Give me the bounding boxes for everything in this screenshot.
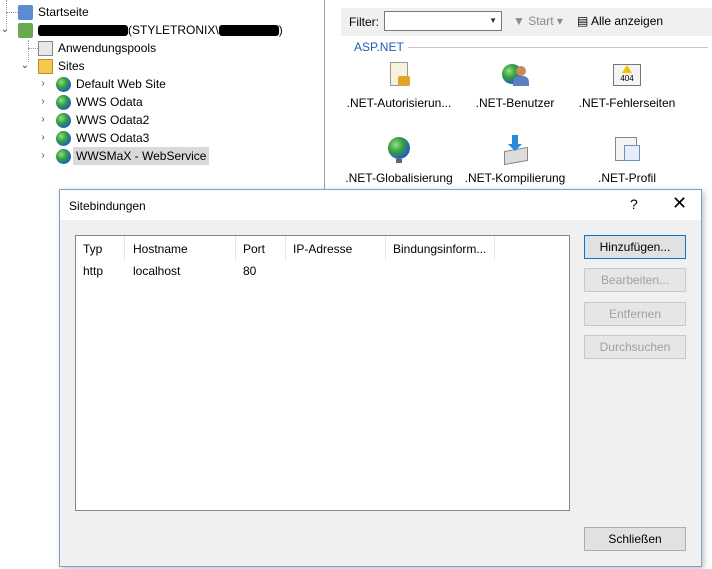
- globe-icon: [56, 77, 71, 92]
- tree-label-site: WWS Odata3: [76, 131, 150, 145]
- feature-label: .NET-Globalisierung: [345, 171, 453, 185]
- tree-label-startpage: Startseite: [38, 5, 89, 19]
- cell-hostname: localhost: [133, 264, 181, 278]
- chevron-right-icon[interactable]: ›: [38, 147, 48, 165]
- column-header-ip[interactable]: IP-Adresse: [293, 242, 352, 256]
- feature-net-profile[interactable]: .NET-Profil: [572, 135, 682, 185]
- feature-net-users[interactable]: .NET-Benutzer: [460, 60, 570, 110]
- globe-icon: [56, 95, 71, 110]
- cell-port: 80: [243, 264, 257, 278]
- users-icon: [500, 60, 530, 90]
- browse-button[interactable]: Durchsuchen: [584, 335, 686, 359]
- chevron-right-icon[interactable]: ›: [38, 129, 48, 147]
- feature-net-error-pages[interactable]: 404 .NET-Fehlerseiten: [572, 60, 682, 110]
- tree-label-site: WWS Odata2: [76, 113, 150, 127]
- column-header-binding-info[interactable]: Bindungsinform...: [393, 242, 486, 256]
- cell-type: http: [83, 264, 104, 278]
- column-header-port[interactable]: Port: [243, 242, 265, 256]
- tree-label-site: WWS Odata: [76, 95, 143, 109]
- globe-icon: [56, 131, 71, 146]
- tree-label-site: WWSMaX - WebService: [73, 147, 210, 165]
- lock-icon: [384, 60, 414, 90]
- chevron-right-icon[interactable]: ›: [38, 93, 48, 111]
- features-view: Filter: ▼ ▼ Start ▾ ▤ Alle anzeigen ASP.…: [336, 0, 712, 190]
- tree-label-sites: Sites: [58, 59, 85, 73]
- close-icon[interactable]: ✕: [672, 193, 687, 214]
- filter-input[interactable]: ▼: [384, 11, 502, 31]
- section-header-aspnet: ASP.NET: [354, 40, 404, 54]
- profile-icon: [612, 135, 642, 165]
- dialog-title: Sitebindungen: [69, 199, 146, 213]
- column-header-type[interactable]: Typ: [83, 242, 102, 256]
- server-icon: [18, 23, 33, 38]
- dropdown-arrow-icon[interactable]: ▼: [489, 16, 497, 25]
- edit-button[interactable]: Bearbeiten...: [584, 268, 686, 292]
- remove-button[interactable]: Entfernen: [584, 302, 686, 326]
- feature-net-compilation[interactable]: .NET-Kompilierung: [460, 135, 570, 185]
- help-button[interactable]: ?: [630, 196, 638, 212]
- home-icon: [18, 5, 33, 20]
- filter-toolbar: Filter: ▼ ▼ Start ▾ ▤ Alle anzeigen: [341, 8, 712, 36]
- globe-icon: [56, 149, 71, 164]
- chevron-down-icon[interactable]: ⌄: [0, 21, 10, 39]
- redacted-mark: [218, 25, 279, 37]
- error-code-text: 404: [620, 74, 634, 83]
- chevron-right-icon[interactable]: ›: [38, 111, 48, 129]
- pane-divider: [324, 0, 325, 190]
- section-divider: [408, 47, 708, 48]
- feature-label: .NET-Fehlerseiten: [578, 96, 676, 110]
- chevron-right-icon[interactable]: ›: [38, 75, 48, 93]
- filter-label: Filter:: [349, 15, 379, 29]
- feature-label: .NET-Benutzer: [475, 96, 555, 110]
- globe-icon: [56, 113, 71, 128]
- server-label: (STYLETRONIX\): [38, 21, 283, 39]
- app-pool-icon: [38, 41, 53, 56]
- tree-label-app-pools: Anwendungspools: [58, 41, 157, 55]
- sites-folder-icon: [38, 59, 53, 74]
- tree-label-site: Default Web Site: [76, 77, 166, 91]
- tree-node-server[interactable]: ⌄ (STYLETRONIX\): [0, 21, 300, 39]
- bindings-list[interactable]: Typ Hostname Port IP-Adresse Bindungsinf…: [75, 235, 570, 511]
- close-button[interactable]: Schließen: [584, 527, 686, 551]
- feature-net-globalization[interactable]: .NET-Globalisierung: [344, 135, 454, 185]
- site-bindings-dialog: Sitebindungen ? ✕ Typ Hostname Port IP-A…: [59, 189, 702, 567]
- error-page-icon: 404: [612, 60, 642, 90]
- feature-label: .NET-Profil: [597, 171, 656, 185]
- feature-net-authorization[interactable]: .NET-Autorisierun...: [344, 60, 454, 110]
- compile-icon: [500, 135, 530, 166]
- globe-icon: [384, 135, 414, 165]
- feature-label: .NET-Kompilierung: [464, 171, 566, 185]
- feature-label: .NET-Autorisierun...: [346, 96, 452, 110]
- show-all-button[interactable]: ▤ Alle anzeigen: [577, 14, 663, 28]
- start-button[interactable]: ▼ Start ▾: [513, 14, 563, 28]
- add-button[interactable]: Hinzufügen...: [584, 235, 686, 259]
- column-header-hostname[interactable]: Hostname: [133, 242, 188, 256]
- dialog-titlebar[interactable]: Sitebindungen ? ✕: [60, 190, 701, 220]
- redacted-mark: [38, 25, 128, 37]
- chevron-down-icon[interactable]: ⌄: [20, 57, 30, 75]
